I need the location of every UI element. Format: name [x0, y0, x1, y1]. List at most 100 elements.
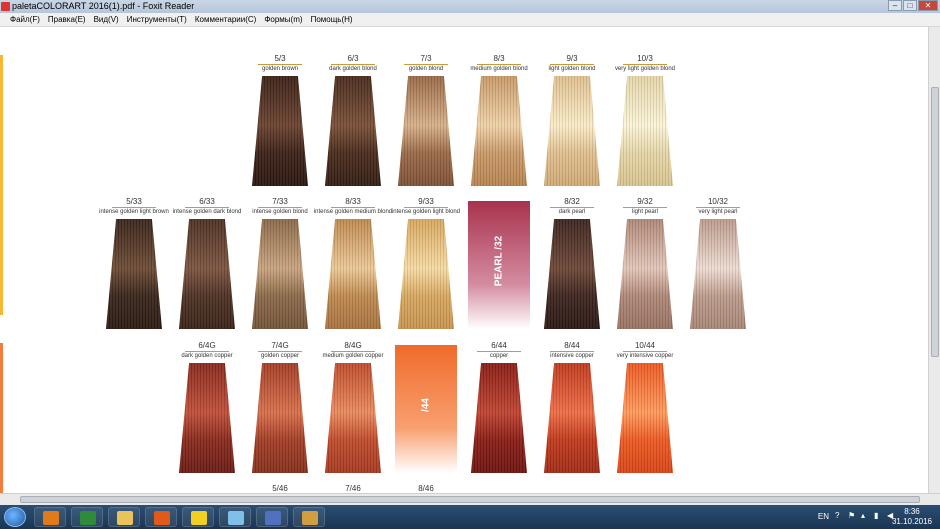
shade-divider: [550, 351, 594, 352]
taskbar-app[interactable]: [34, 507, 66, 527]
hair-swatch-image: [617, 219, 673, 329]
hair-swatch-image: [325, 363, 381, 473]
hair-swatch-image: [252, 76, 308, 186]
signal-icon[interactable]: ▮: [874, 512, 882, 520]
language-indicator[interactable]: EN: [818, 512, 829, 521]
hair-swatch-image: [544, 363, 600, 473]
hair-swatch-image: [325, 219, 381, 329]
taskbar-app[interactable]: [293, 507, 325, 527]
title-bar: paletaCOLORART 2016(1).pdf - Foxit Reade…: [0, 0, 940, 13]
shade-code: 7/46: [345, 484, 361, 493]
taskbar-app[interactable]: [108, 507, 140, 527]
horizontal-scroll-thumb[interactable]: [20, 496, 920, 503]
palette-banner-shade: /44: [420, 398, 432, 412]
shade-code: 5/3: [274, 54, 286, 63]
shade-code: 8/32: [564, 197, 580, 206]
shade-code: 9/32: [637, 197, 653, 206]
horizontal-scrollbar[interactable]: [0, 493, 940, 505]
maximize-button[interactable]: □: [903, 0, 917, 11]
taskbar-app[interactable]: [182, 507, 214, 527]
page-edge-strip-orange: [0, 343, 3, 493]
taskbar-app[interactable]: [256, 507, 288, 527]
taskbar-app[interactable]: [219, 507, 251, 527]
menu-file[interactable]: Файл(F): [10, 13, 40, 26]
menu-view[interactable]: Вид(V): [94, 13, 119, 26]
foxit-app-icon: [1, 2, 10, 11]
shade-code: 9/3: [566, 54, 578, 63]
shade-divider: [331, 351, 375, 352]
hair-swatch-image: [544, 76, 600, 186]
shade-code: 8/4G: [344, 341, 362, 350]
shade-code: 9/33: [418, 197, 434, 206]
shade-divider: [185, 207, 229, 208]
shade-code: 7/33: [272, 197, 288, 206]
shade-code: 7/4G: [271, 341, 289, 350]
document-page[interactable]: 5/3 golden brown 6/3 dark golden blond 7/3 go…: [0, 27, 928, 493]
start-button[interactable]: [4, 507, 26, 527]
excel-icon: [80, 511, 96, 525]
hair-swatch-image: [252, 219, 308, 329]
menu-edit[interactable]: Правка(E): [48, 13, 86, 26]
shade-divider: [331, 64, 375, 65]
shade-divider: [477, 64, 521, 65]
palette-banner-label: PEARL /32: [494, 236, 505, 286]
close-button[interactable]: ✕: [918, 0, 938, 11]
hair-swatch-image: [179, 219, 235, 329]
menu-tools[interactable]: Инструменты(T): [127, 13, 187, 26]
vertical-scroll-thumb[interactable]: [931, 87, 939, 357]
hair-swatch-image: [690, 219, 746, 329]
shade-code: 10/32: [707, 197, 729, 206]
shade-divider: [696, 207, 740, 208]
palette-banner-title: PEARL: [493, 252, 505, 287]
shade-code: 6/3: [347, 54, 359, 63]
vertical-scrollbar[interactable]: [928, 27, 940, 493]
page-edge-strip-yellow: [0, 55, 3, 315]
hair-swatch-image: [252, 363, 308, 473]
clock[interactable]: 8:36 31.10.2016: [892, 507, 932, 527]
shade-divider: [331, 207, 375, 208]
shade-code: 7/3: [420, 54, 432, 63]
media-player-icon: [43, 511, 59, 525]
file-manager-icon: [117, 511, 133, 525]
shade-code: 10/3: [637, 54, 653, 63]
hair-swatch-image: [179, 363, 235, 473]
shade-divider: [185, 351, 229, 352]
shade-code: 5/33: [126, 197, 142, 206]
shade-code: 8/33: [345, 197, 361, 206]
hair-swatch-image: [398, 76, 454, 186]
taskbar-app[interactable]: [71, 507, 103, 527]
shade-divider: [550, 64, 594, 65]
taskbar: EN ? ⚑ ▴ ▮ ◀ 8:36 31.10.2016: [0, 505, 940, 529]
hair-swatch-image: [106, 219, 162, 329]
minimize-button[interactable]: –: [888, 0, 902, 11]
shade-divider: [550, 207, 594, 208]
hair-swatch-image: [471, 363, 527, 473]
hair-swatch-image: [544, 219, 600, 329]
shade-code: 5/46: [272, 484, 288, 493]
window-controls: – □ ✕: [888, 0, 938, 12]
palette-banner-label: /44: [421, 398, 432, 412]
shade-description: medium golden copper: [322, 353, 384, 359]
help-icon[interactable]: ?: [835, 512, 843, 520]
menu-help[interactable]: Помощь(H): [311, 13, 353, 26]
flag-icon[interactable]: ⚑: [848, 512, 856, 520]
hair-swatch-image: [471, 76, 527, 186]
shade-divider: [623, 351, 667, 352]
shade-divider: [258, 351, 302, 352]
shade-code: 8/44: [564, 341, 580, 350]
shade-code: 8/46: [418, 484, 434, 493]
tray-arrow-icon[interactable]: ▴: [861, 512, 869, 520]
menu-comments[interactable]: Комментарии(C): [195, 13, 257, 26]
shade-code: 8/3: [493, 54, 505, 63]
shade-description: very light golden blond: [614, 66, 676, 72]
folder-icon: [228, 511, 244, 525]
shade-code: 10/44: [634, 341, 656, 350]
taskbar-app[interactable]: [145, 507, 177, 527]
shade-divider: [477, 351, 521, 352]
hair-swatch-image: [617, 363, 673, 473]
foxit-reader-icon: [302, 511, 318, 525]
hair-swatch-image: [617, 76, 673, 186]
menu-forms[interactable]: Формы(m): [264, 13, 302, 26]
hair-swatch-image: [398, 219, 454, 329]
shade-divider: [404, 64, 448, 65]
